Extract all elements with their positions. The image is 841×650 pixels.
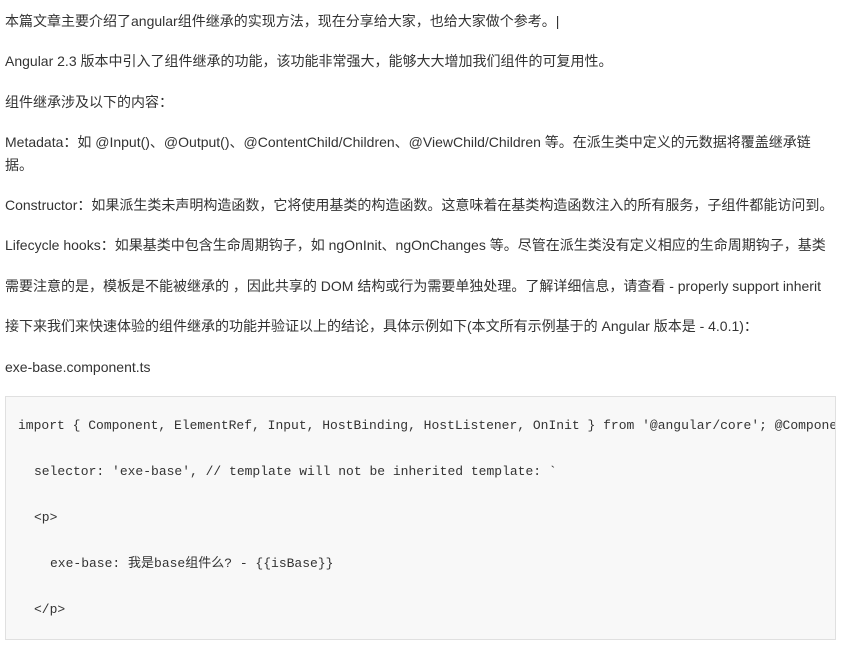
code-block: import { Component, ElementRef, Input, H… bbox=[5, 396, 836, 640]
next-paragraph: 接下来我们来快速体验的组件继承的功能并验证以上的结论，具体示例如下(本文所有示例… bbox=[5, 315, 836, 337]
code-line-2: selector: 'exe-base', // template will n… bbox=[18, 461, 823, 483]
code-line-4: exe-base: 我是base组件么? - {{isBase}} bbox=[18, 553, 823, 575]
text-cursor bbox=[556, 13, 560, 29]
version-paragraph: Angular 2.3 版本中引入了组件继承的功能，该功能非常强大，能够大大增加… bbox=[5, 50, 836, 72]
metadata-paragraph: Metadata：如 @Input()、@Output()、@ContentCh… bbox=[5, 131, 836, 176]
code-line-3: <p> bbox=[18, 507, 823, 529]
intro-paragraph: 本篇文章主要介绍了angular组件继承的实现方法，现在分享给大家，也给大家做个… bbox=[5, 10, 836, 32]
lifecycle-paragraph: Lifecycle hooks：如果基类中包含生命周期钩子，如 ngOnInit… bbox=[5, 234, 836, 256]
note-paragraph: 需要注意的是，模板是不能被继承的 ，因此共享的 DOM 结构或行为需要单独处理。… bbox=[5, 275, 836, 297]
code-line-5: </p> bbox=[18, 599, 823, 621]
article-content: 本篇文章主要介绍了angular组件继承的实现方法，现在分享给大家，也给大家做个… bbox=[5, 10, 836, 640]
constructor-paragraph: Constructor：如果派生类未声明构造函数，它将使用基类的构造函数。这意味… bbox=[5, 194, 836, 216]
involves-paragraph: 组件继承涉及以下的内容： bbox=[5, 91, 836, 113]
intro-text: 本篇文章主要介绍了angular组件继承的实现方法，现在分享给大家，也给大家做个… bbox=[5, 13, 556, 29]
code-line-1: import { Component, ElementRef, Input, H… bbox=[18, 415, 823, 437]
filename-paragraph: exe-base.component.ts bbox=[5, 356, 836, 378]
